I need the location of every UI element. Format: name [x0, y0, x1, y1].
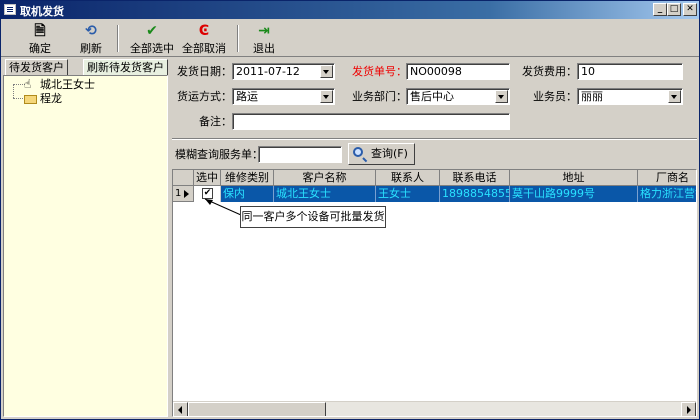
ship-date-picker[interactable]: 2011-07-12 [232, 63, 335, 80]
scroll-left-button[interactable] [173, 402, 188, 416]
cell-address[interactable]: 莫干山路9999号 [510, 186, 638, 202]
horizontal-scrollbar[interactable] [173, 401, 696, 416]
annotation-callout: 同一客户多个设备可批量发货 [240, 206, 386, 228]
column-header-phone[interactable]: 联系电话 [440, 170, 510, 186]
ship-method-select[interactable]: 路运 [232, 88, 335, 105]
checkmark-icon: ✔ [146, 23, 158, 39]
window-title: 取机发货 [20, 5, 64, 18]
ship-fee-label: 发货费用： [522, 65, 577, 78]
arrow-right-icon [687, 406, 691, 414]
row-indicator: 1 [173, 186, 194, 202]
cell-vendor[interactable]: 格力浙江营销 [638, 186, 696, 202]
table-header: 选中 维修类别 客户名称 联系人 联系电话 地址 厂商名 [173, 170, 696, 186]
cancel-icon: Ͼ [198, 23, 210, 39]
ship-method-label: 货运方式： [177, 90, 232, 103]
search-bar: 模糊查询服务单： 查询(F) [172, 143, 697, 167]
tree-node-label: 城北王女士 [40, 78, 95, 91]
minimize-button[interactable]: _ [653, 3, 667, 16]
customer-tree: ☝ 城北王女士 程龙 [3, 75, 168, 417]
tree-line [13, 84, 14, 98]
column-header-repair-type[interactable]: 维修类别 [221, 170, 274, 186]
current-row-arrow-icon [184, 190, 189, 198]
exit-button[interactable]: ⇥ 退出 [249, 23, 279, 55]
toolbar: 🗎 确定 ⟲ 刷新 ✔ 全部选中 Ͼ 全部取消 ⇥ 退出 [1, 20, 699, 57]
divider [172, 138, 697, 140]
scroll-right-button[interactable] [681, 402, 696, 416]
cancel-all-button[interactable]: Ͼ 全部取消 [181, 23, 227, 55]
main-window: 取机发货 _ □ ✕ 🗎 确定 ⟲ 刷新 ✔ 全部选中 Ͼ 全部取消 ⇥ 退出 … [0, 0, 700, 420]
refresh-icon: ⟲ [85, 23, 97, 39]
table-row[interactable]: 1 ✔ 保内 城北王女士 王女士 18988548556 莫干山路9999号 格… [173, 186, 696, 202]
query-button[interactable]: 查询(F) [348, 143, 415, 165]
maximize-button[interactable]: □ [667, 3, 681, 16]
column-header-address[interactable]: 地址 [510, 170, 638, 186]
tree-node[interactable]: ☝ 城北王女士 [24, 77, 95, 92]
tree-node-label: 程龙 [40, 92, 62, 105]
left-tabs: 待发货客户 刷新待发货客户 [3, 58, 168, 77]
toolbar-separator [117, 25, 119, 52]
column-header-customer[interactable]: 客户名称 [274, 170, 376, 186]
ship-no-field[interactable]: NO00098 [406, 63, 510, 80]
cell-customer[interactable]: 城北王女士 [274, 186, 376, 202]
chevron-down-icon[interactable] [668, 90, 681, 103]
chevron-down-icon[interactable] [320, 65, 333, 78]
dept-label: 业务部门： [352, 90, 407, 103]
save-icon: 🗎 [34, 23, 46, 39]
ship-no-label: 发货单号： [352, 65, 407, 78]
refresh-button[interactable]: ⟲ 刷新 [76, 23, 106, 55]
column-header-contact[interactable]: 联系人 [376, 170, 440, 186]
shipment-form: 发货日期： 2011-07-12 发货单号： NO00098 发货费用： 10 … [172, 58, 697, 138]
search-input[interactable] [258, 146, 342, 163]
cell-phone[interactable]: 18988548556 [440, 186, 510, 202]
search-icon [353, 147, 363, 157]
remark-label: 备注： [199, 115, 232, 128]
ship-fee-field[interactable]: 10 [577, 63, 683, 80]
cell-contact[interactable]: 王女士 [376, 186, 440, 202]
dept-select[interactable]: 售后中心 [406, 88, 510, 105]
chevron-down-icon[interactable] [495, 90, 508, 103]
title-bar: 取机发货 _ □ ✕ [1, 1, 699, 19]
exit-door-icon: ⇥ [258, 23, 270, 39]
select-all-button[interactable]: ✔ 全部选中 [129, 23, 175, 55]
folder-icon [24, 94, 37, 104]
remark-field[interactable] [232, 113, 510, 130]
confirm-button[interactable]: 🗎 确定 [25, 23, 55, 55]
search-label: 模糊查询服务单： [175, 148, 263, 161]
scroll-thumb[interactable] [188, 402, 326, 416]
tree-node[interactable]: 程龙 [24, 92, 62, 105]
window-icon [4, 4, 16, 15]
ship-date-label: 发货日期： [177, 65, 232, 78]
close-button[interactable]: ✕ [683, 3, 697, 16]
salesman-label: 业务员： [533, 90, 577, 103]
row-header-corner [173, 170, 194, 186]
hand-pointer-icon: ☝ [24, 77, 32, 91]
column-header-vendor[interactable]: 厂商名 [638, 170, 696, 186]
toolbar-separator [237, 25, 239, 52]
chevron-down-icon[interactable] [320, 90, 333, 103]
arrow-left-icon [178, 406, 182, 414]
salesman-select[interactable]: 丽丽 [577, 88, 683, 105]
callout-pointer [204, 198, 242, 216]
column-header-selected[interactable]: 选中 [194, 170, 221, 186]
